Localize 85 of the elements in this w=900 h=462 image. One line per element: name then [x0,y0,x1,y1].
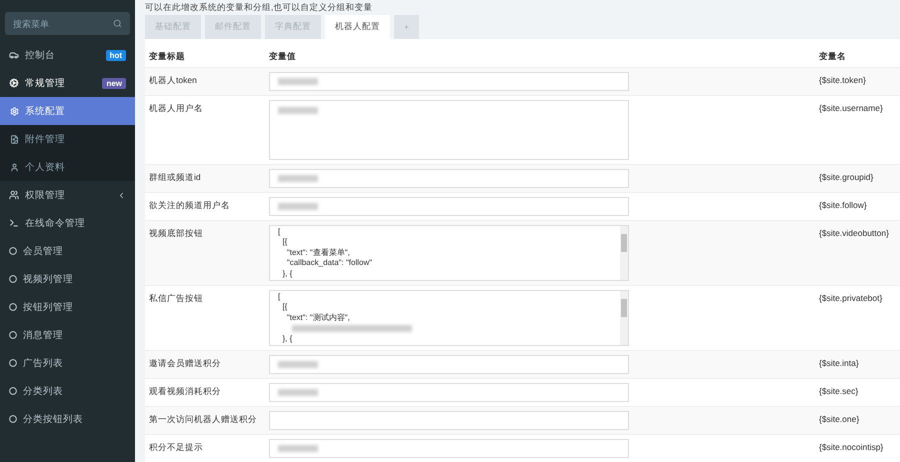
code-line: "text": "查看菜单", [286,248,350,258]
code-line: [{ [281,302,288,313]
sidebar-item[interactable]: 分类按钮列表 [0,405,135,433]
variable-title: 机器人用户名 [149,102,204,115]
blurred-value [278,78,318,85]
sidebar-item[interactable]: 控制台 hot [0,41,135,69]
code-line: [{ [281,237,288,248]
blurred-value [278,445,318,452]
variable-title: 机器人token [149,74,198,87]
sidebar-item[interactable]: 视频列管理 [0,265,135,293]
search-icon [113,19,122,28]
variable-name: {$site.username} [818,102,884,115]
variable-name: {$site.follow} [818,199,868,212]
sidebar-item[interactable]: 会员管理 [0,237,135,265]
column-header: 变量名 [818,50,847,63]
variable-title: 视频底部按钮 [149,227,204,240]
menu-icon [9,359,17,367]
sidebar-subitem[interactable]: 附件管理 [0,125,135,153]
variable-name: {$site.token} [818,74,867,87]
input-field[interactable] [269,383,629,402]
input-field[interactable] [269,355,629,374]
sidebar-subitem[interactable]: 个人资料 [0,153,135,181]
blurred-value [278,389,318,396]
menu-icon [9,387,17,395]
scrollbar[interactable] [620,291,628,345]
variable-name: {$site.groupid} [818,171,874,184]
input-field[interactable] [269,411,629,430]
sidebar-item[interactable]: 权限管理 [0,181,135,209]
sidebar-item[interactable]: 在线命令管理 [0,209,135,237]
input-field[interactable] [269,72,629,91]
code-text-area[interactable]: [ [{ "text": "测试内容", }, { [269,290,629,346]
code-line: "text": "测试内容", [286,312,350,324]
variable-name: {$site.nocointisp} [818,441,884,454]
menu-icon [9,247,17,255]
column-header: 变量标题 [149,50,186,63]
variable-title: 积分不足提示 [149,441,204,454]
menu-icon [9,415,17,423]
blurred-value [278,107,318,114]
tab[interactable]: 机器人配置 [325,15,390,39]
menu-icon [9,50,19,60]
variable-name: {$site.privatebot} [818,292,884,305]
variable-name: {$site.videobutton} [818,227,890,240]
column-header: 变量值 [269,50,297,63]
menu-icon [9,190,19,200]
variable-title: 欲关注的频道用户名 [149,199,231,212]
variable-name: {$site.one} [818,413,860,426]
variable-name: {$site.sec} [818,385,860,398]
scrollbar[interactable] [620,226,628,280]
menu-icon [9,331,17,339]
sidebar-item[interactable]: 常规管理 new [0,69,135,97]
sidebar-subitem[interactable]: 系统配置 [0,97,135,125]
blurred-value [278,361,318,368]
blurred-value [278,175,318,182]
code-line: [ [278,227,280,238]
intro-text: 可以在此增改系统的变量和分组,也可以自定义分组和变量 [145,0,374,14]
variable-title: 第一次访问机器人赠送积分 [149,413,258,426]
code-line: }, { [281,268,292,279]
menu-icon [9,275,17,283]
variable-title: 观看视频消耗积分 [149,385,222,398]
text-area[interactable] [269,100,629,160]
blurred-value [278,203,318,210]
variable-title: 邀请会员赠送积分 [149,357,222,370]
menu-badge: hot [106,50,126,60]
sidebar-item[interactable]: 消息管理 [0,321,135,349]
code-line: "callback_data": "follow" [286,258,372,269]
code-line: [ [278,292,280,302]
input-field[interactable] [269,197,629,216]
variable-name: {$site.inta} [818,357,860,370]
variable-title: 群组或频道id [149,171,202,184]
menu-icon [10,162,19,172]
sidebar-item[interactable]: 广告列表 [0,349,135,377]
menu-icon [9,303,17,311]
search-field[interactable]: 搜索菜单 [5,12,130,35]
menu-icon [10,106,19,116]
menu-icon [9,218,19,228]
input-field[interactable] [269,439,629,458]
code-text-area[interactable]: [ [{ "text": "查看菜单", "callback_data": "follow" }, { [269,225,629,281]
code-line: }, { [281,334,292,344]
sidebar-item[interactable]: 按钮列管理 [0,293,135,321]
menu-icon [9,78,19,88]
sidebar-item[interactable]: 分类列表 [0,377,135,405]
variable-title: 私信广告按钮 [149,292,204,305]
menu-icon [10,134,19,144]
menu-badge: new [102,78,126,88]
input-field[interactable] [269,169,629,188]
